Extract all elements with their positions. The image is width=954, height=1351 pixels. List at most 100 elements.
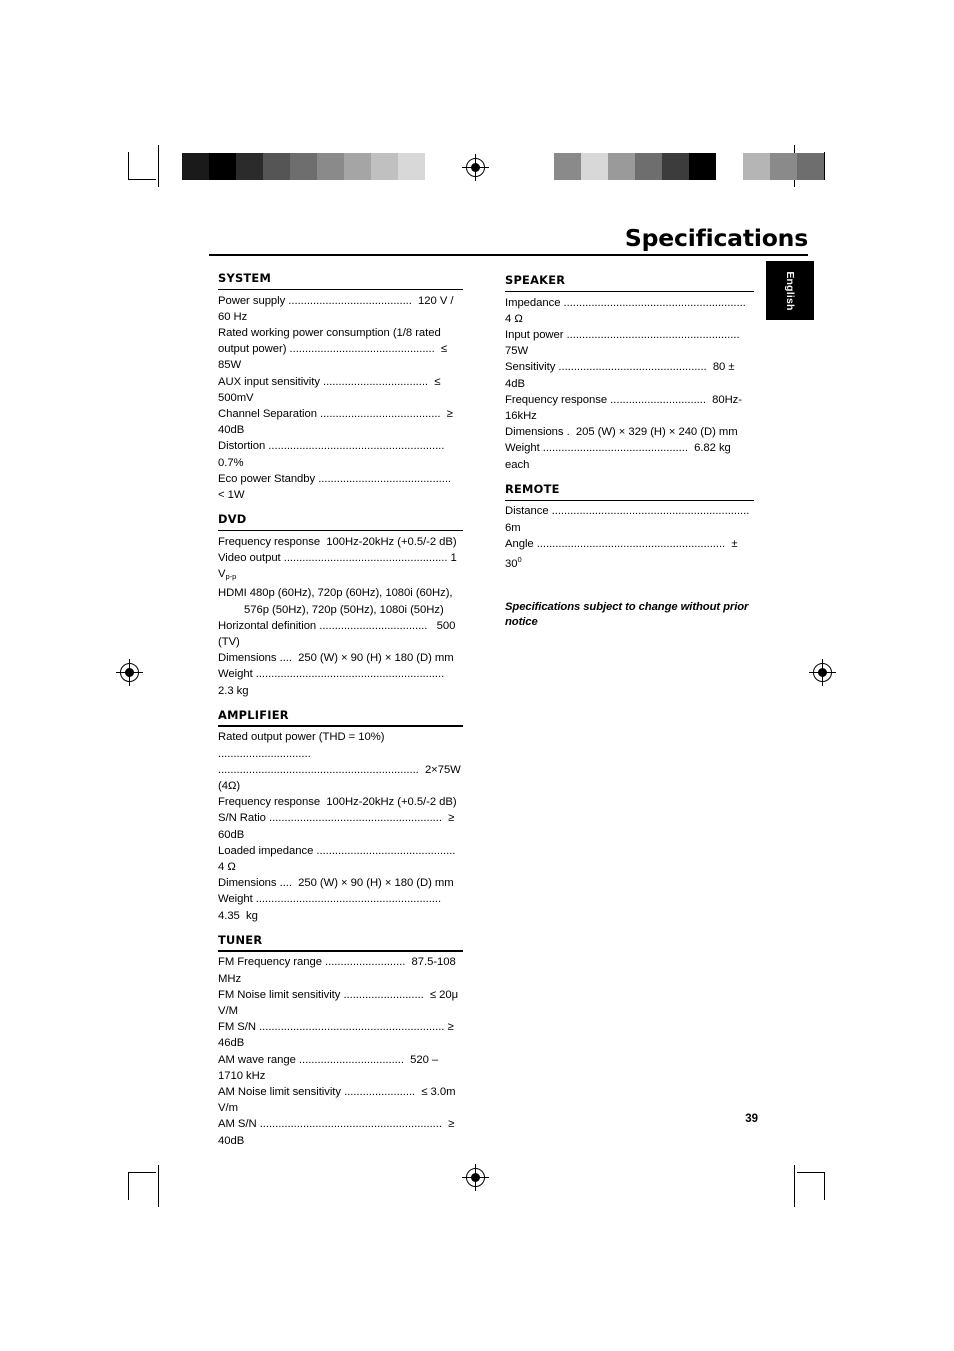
spec-line: Power supply ...........................… bbox=[218, 294, 457, 323]
angle-degree-superscript: 0 bbox=[517, 555, 522, 565]
video-output-subscript: p-p bbox=[225, 572, 237, 582]
color-swatch bbox=[317, 153, 344, 180]
color-swatch bbox=[770, 153, 797, 180]
spec-line: Dimensions .... 250 (W) × 90 (H) × 180 (… bbox=[218, 652, 454, 665]
spec-line: Video output ...........................… bbox=[218, 552, 460, 582]
spec-section-divider bbox=[505, 499, 754, 501]
spec-line: AM Noise limit sensitivity .............… bbox=[218, 1085, 459, 1115]
spec-line: Distortion .............................… bbox=[218, 440, 451, 469]
spec-section-divider bbox=[505, 290, 754, 293]
color-swatch bbox=[209, 153, 236, 180]
spec-line: Frequency response 100Hz-20kHz (+0.5/-2 … bbox=[218, 796, 457, 809]
spec-section: DVD Frequency response 100Hz-20kHz (+0.5/… bbox=[218, 511, 463, 699]
spec-line: Angle ..................................… bbox=[505, 537, 741, 570]
spec-line: AUX input sensitivity ..................… bbox=[218, 375, 444, 404]
color-swatch bbox=[236, 153, 263, 180]
spec-line: Input power ............................… bbox=[505, 329, 746, 358]
color-swatch bbox=[797, 153, 824, 180]
spec-line: Dimensions .... 250 (W) × 90 (H) × 180 (… bbox=[218, 877, 454, 890]
spec-line: Weight .................................… bbox=[218, 893, 448, 922]
color-swatch bbox=[581, 153, 608, 180]
spec-section-divider bbox=[218, 950, 463, 952]
page-title: Specifications bbox=[624, 224, 808, 252]
spec-line: Sensitivity ............................… bbox=[505, 361, 738, 390]
spec-line: Channel Separation .....................… bbox=[218, 408, 456, 437]
crop-mark-top-left-vertical bbox=[128, 152, 130, 180]
specs-column-left: SYSTEM Power supply .....................… bbox=[218, 270, 463, 1157]
color-swatch bbox=[398, 153, 425, 180]
crop-mark-bottom-right-inner-vertical bbox=[794, 1165, 796, 1207]
color-swatch bbox=[263, 153, 290, 180]
spec-line: S/N Ratio ..............................… bbox=[218, 812, 458, 841]
spec-line: Dimensions . 205 (W) × 329 (H) × 240 (D)… bbox=[505, 426, 738, 439]
color-swatch bbox=[662, 153, 689, 180]
color-swatch bbox=[716, 153, 743, 180]
color-swatch bbox=[371, 153, 398, 180]
spec-line: Loaded impedance .......................… bbox=[218, 844, 459, 873]
spec-section-heading: DVD bbox=[218, 512, 247, 527]
spec-section: SYSTEM Power supply .....................… bbox=[218, 270, 463, 503]
spec-line: Frequency response 100Hz-20kHz (+0.5/-2 … bbox=[218, 535, 457, 548]
spec-line: Horizontal definition ..................… bbox=[218, 619, 459, 648]
spec-line: ........................................… bbox=[218, 763, 464, 792]
color-swatch bbox=[743, 153, 770, 180]
registration-mark-top bbox=[462, 154, 489, 181]
crop-mark-bottom-right-horizontal bbox=[797, 1172, 825, 1174]
spec-section-heading: AMPLIFIER bbox=[218, 707, 289, 722]
color-swatch bbox=[425, 153, 452, 180]
spec-line: Impedance ..............................… bbox=[505, 296, 752, 325]
spec-section: TUNER FM Frequency range ................… bbox=[218, 932, 463, 1149]
spec-line: Weight .................................… bbox=[505, 442, 734, 471]
color-bar-left bbox=[182, 153, 452, 180]
spec-line: Frequency response .....................… bbox=[505, 393, 742, 423]
color-bar-right bbox=[527, 153, 824, 180]
color-swatch bbox=[290, 153, 317, 180]
spec-line: FM S/N .................................… bbox=[218, 1021, 457, 1050]
spec-section-divider bbox=[218, 725, 463, 727]
spec-section: REMOTE Distance .........................… bbox=[505, 481, 754, 572]
spec-section-heading: TUNER bbox=[218, 932, 263, 947]
crop-mark-top-left-horizontal bbox=[128, 179, 156, 181]
spec-section-heading: SPEAKER bbox=[505, 273, 566, 287]
spec-section-divider bbox=[218, 529, 463, 532]
spec-line: output power) ..........................… bbox=[218, 343, 451, 372]
spec-line: Distance ...............................… bbox=[505, 505, 756, 534]
spec-section-divider bbox=[218, 288, 463, 291]
color-swatch bbox=[608, 153, 635, 180]
crop-mark-bottom-left-horizontal bbox=[128, 1172, 156, 1174]
registration-mark-bottom bbox=[462, 1164, 489, 1191]
color-swatch bbox=[182, 153, 209, 180]
color-swatch bbox=[344, 153, 371, 180]
crop-mark-bottom-left-inner-vertical bbox=[158, 1165, 160, 1207]
language-tab-english: English bbox=[766, 261, 814, 320]
registration-mark-right bbox=[809, 659, 836, 686]
specifications-change-notice: Specifications subject to change without… bbox=[505, 601, 749, 628]
spec-line: Weight .................................… bbox=[218, 668, 451, 697]
spec-line: AM S/N .................................… bbox=[218, 1118, 458, 1147]
page-number: 39 bbox=[745, 1113, 758, 1125]
color-swatch bbox=[527, 153, 554, 180]
language-tab-label: English bbox=[784, 270, 796, 311]
specs-column-right: SPEAKER Impedance .......................… bbox=[505, 272, 754, 630]
crop-mark-top-right-vertical bbox=[824, 152, 826, 180]
spec-line: 576p (50Hz), 720p (50Hz), 1080i (50Hz) bbox=[244, 603, 444, 616]
spec-line: FM Noise limit sensitivity .............… bbox=[218, 988, 462, 1017]
spec-line: AM wave range ..........................… bbox=[218, 1053, 442, 1082]
spec-line: Rated output power (THD = 10%) .........… bbox=[218, 731, 388, 760]
crop-mark-bottom-left-vertical bbox=[128, 1172, 130, 1200]
spec-line: HDMI 480p (60Hz), 720p (60Hz), 1080i (60… bbox=[218, 587, 453, 600]
color-swatch bbox=[635, 153, 662, 180]
crop-mark-top-left-inner-vertical bbox=[158, 145, 160, 187]
title-divider bbox=[209, 254, 808, 256]
spec-section-heading: SYSTEM bbox=[218, 271, 272, 285]
spec-line: FM Frequency range .....................… bbox=[218, 956, 459, 985]
crop-mark-bottom-right-vertical bbox=[824, 1172, 826, 1200]
spec-section: AMPLIFIER Rated output power (THD = 10%) … bbox=[218, 707, 463, 924]
spec-section: SPEAKER Impedance .......................… bbox=[505, 272, 754, 473]
spec-section-heading: REMOTE bbox=[505, 481, 560, 496]
spec-line: Rated working power consumption (1/8 rat… bbox=[218, 327, 441, 339]
color-swatch bbox=[689, 153, 716, 180]
spec-line: Eco power Standby ......................… bbox=[218, 472, 458, 502]
color-swatch bbox=[554, 153, 581, 180]
registration-mark-left bbox=[116, 659, 143, 686]
